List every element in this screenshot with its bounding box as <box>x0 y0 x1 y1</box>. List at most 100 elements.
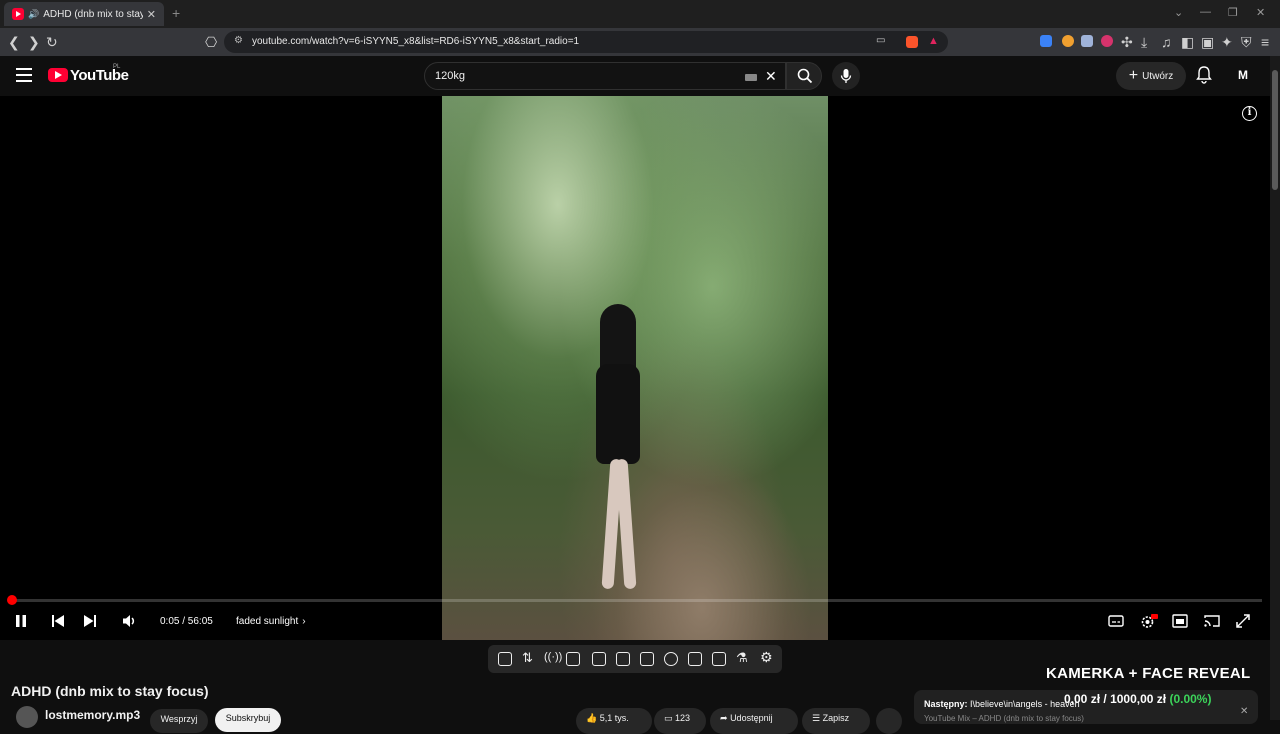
sort-icon[interactable]: ⇅ <box>522 650 536 665</box>
chapter-button[interactable]: faded sunlight › <box>236 616 306 627</box>
time-display: 0:05 / 56:05 <box>160 616 213 627</box>
screen-icon[interactable] <box>616 652 630 666</box>
extension-icon[interactable] <box>1081 35 1093 47</box>
donation-goal-amount: 1000,00 zł <box>1110 692 1167 706</box>
like-count: 5,1 tys. <box>599 713 629 723</box>
scrollbar-thumb[interactable] <box>1272 70 1278 190</box>
scrubber-handle[interactable] <box>6 595 17 605</box>
like-button[interactable]: 👍 5,1 tys. <box>576 708 652 734</box>
extension-audio-icon[interactable] <box>1040 35 1052 47</box>
flask-icon[interactable]: ⚗ <box>736 650 750 665</box>
tab-title: ADHD (dnb mix to stay focus <box>43 8 143 20</box>
bookmark-icon[interactable]: ⎔ <box>205 34 217 51</box>
sidebar-icon[interactable]: ◧ <box>1181 34 1194 51</box>
stream-overlay-title: KAMERKA + FACE REVEAL <box>1046 665 1251 682</box>
enhancer-settings-icon[interactable]: ⚙ <box>760 649 774 665</box>
loop-icon[interactable] <box>498 652 512 666</box>
watch-later-icon[interactable] <box>566 652 580 666</box>
video-frame[interactable] <box>442 96 828 640</box>
volume-icon[interactable] <box>122 614 138 628</box>
picture-in-picture-icon[interactable] <box>688 652 702 666</box>
extension-honey-icon[interactable] <box>1062 35 1074 47</box>
video-player[interactable]: i 0:05 / 56:05 faded sunlight › <box>0 96 1270 640</box>
leo-ai-icon[interactable]: ✦ <box>1221 34 1233 51</box>
save-count: 123 <box>675 713 691 723</box>
back-icon[interactable]: ❮ <box>8 34 20 51</box>
minimize-icon[interactable]: — <box>1200 6 1211 18</box>
new-tab-button[interactable]: + <box>172 5 180 21</box>
progress-bar[interactable] <box>6 595 1262 605</box>
window-close-icon[interactable]: ✕ <box>1256 6 1265 19</box>
page-scrollbar[interactable] <box>1270 56 1280 720</box>
youtube-logo-icon[interactable] <box>48 68 68 82</box>
chapter-title: faded sunlight <box>236 616 299 627</box>
vpn-icon[interactable]: ⛨ <box>1241 34 1252 51</box>
screenshot-camera-icon[interactable] <box>712 652 726 666</box>
film-icon[interactable] <box>640 652 654 666</box>
install-app-icon[interactable]: ▭ <box>876 35 885 46</box>
pause-icon[interactable] <box>14 614 28 628</box>
donation-goal: 0,00 zł / 1000,00 zł (0.00%) <box>1064 692 1211 706</box>
keyboard-icon[interactable] <box>745 74 757 81</box>
tab-search-icon[interactable]: ⌄ <box>1174 6 1183 19</box>
walking-person <box>590 304 650 604</box>
miniplayer-icon[interactable] <box>1172 614 1188 628</box>
search-icon <box>797 68 813 84</box>
up-next-label: Następny: I\believe\in\angels - heaven <box>924 699 1080 709</box>
media-icon[interactable]: ♫ <box>1161 34 1172 50</box>
subscribe-button[interactable]: Subskrybuj <box>215 708 281 732</box>
brave-shields-icon[interactable] <box>906 36 918 48</box>
fullscreen-icon[interactable] <box>1236 614 1250 628</box>
join-button[interactable]: Wesprzyj <box>150 709 208 733</box>
more-actions-button[interactable] <box>876 708 902 734</box>
audio-playing-icon[interactable]: 🔊 <box>28 9 39 20</box>
speed-icon[interactable] <box>664 652 678 666</box>
settings-gear-icon[interactable] <box>1140 614 1158 630</box>
maximize-icon[interactable]: ❐ <box>1228 6 1238 19</box>
cast-icon[interactable] <box>1204 614 1220 628</box>
up-next-close-icon[interactable]: ✕ <box>1240 706 1248 717</box>
share-arrow-icon: ➦ <box>720 713 728 723</box>
guide-menu-icon[interactable] <box>16 68 32 82</box>
browser-menu-icon[interactable]: ≡ <box>1261 34 1269 50</box>
extension-pink-icon[interactable] <box>1101 35 1113 47</box>
save-to-playlist-count[interactable]: ▭ 123 <box>654 708 706 734</box>
search-box[interactable]: 120kg ✕ <box>424 62 786 90</box>
create-button[interactable]: + Utwórz <box>1116 62 1186 90</box>
donation-current: 0,00 zł <box>1064 692 1101 706</box>
wallet-icon[interactable]: ▣ <box>1201 34 1214 51</box>
url-text[interactable]: youtube.com/watch?v=6-iSYYN5_x8&list=RD6… <box>252 36 579 47</box>
forward-icon[interactable]: ❯ <box>28 34 40 51</box>
broadcast-icon[interactable]: ((·)) <box>544 651 562 665</box>
enhancer-toolbar: ⇅ ((·)) ⚗ ⚙ <box>488 645 782 673</box>
account-avatar[interactable]: M <box>1232 64 1254 86</box>
extensions-puzzle-icon[interactable]: ✣ <box>1121 34 1133 51</box>
microphone-icon <box>840 69 852 83</box>
clear-search-icon[interactable]: ✕ <box>765 68 777 85</box>
downloads-icon[interactable]: ⤓ <box>1141 34 1147 51</box>
channel-avatar[interactable] <box>16 706 38 728</box>
search-input[interactable]: 120kg <box>435 70 465 82</box>
notifications-bell-icon[interactable] <box>1196 66 1212 84</box>
tab-close-icon[interactable]: ✕ <box>147 8 156 21</box>
search-button[interactable] <box>786 62 822 90</box>
share-button[interactable]: ➦ Udostępnij <box>710 708 798 734</box>
donation-separator: / <box>1103 692 1107 706</box>
theater-mode-icon[interactable] <box>592 652 606 666</box>
next-icon[interactable] <box>83 614 97 628</box>
info-icon[interactable]: i <box>1242 106 1257 121</box>
share-label: Udostępnij <box>730 713 773 723</box>
subtitles-icon[interactable] <box>1108 614 1124 628</box>
thumbs-up-icon: 👍 <box>586 713 598 723</box>
save-label: Zapisz <box>822 713 850 723</box>
plus-icon: + <box>1128 67 1139 84</box>
brave-rewards-icon[interactable]: ▲ <box>928 35 939 47</box>
browser-tab[interactable]: 🔊 ADHD (dnb mix to stay focus ✕ <box>4 2 164 26</box>
address-bar[interactable]: ⚙ youtube.com/watch?v=6-iSYYN5_x8&list=R… <box>224 31 948 53</box>
reload-icon[interactable]: ↻ <box>46 34 58 51</box>
voice-search-button[interactable] <box>832 62 860 90</box>
previous-icon[interactable] <box>51 614 65 628</box>
up-next-prefix: Następny: <box>924 699 968 709</box>
save-button[interactable]: ☰ Zapisz <box>802 708 870 734</box>
site-info-icon[interactable]: ⚙ <box>234 35 243 46</box>
